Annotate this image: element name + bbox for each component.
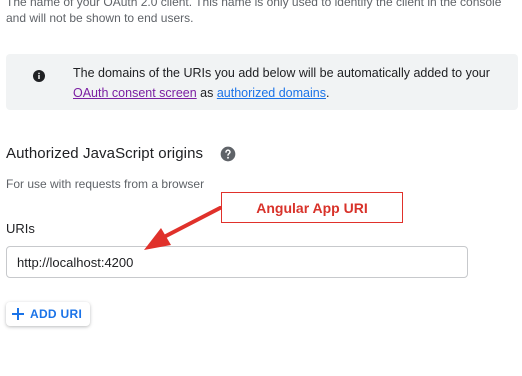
add-uri-button[interactable]: ADD URI (6, 302, 91, 326)
annotation-callout: Angular App URI (221, 192, 403, 223)
info-text-before: The domains of the URIs you add below wi… (73, 66, 490, 80)
client-name-helper-text: The name of your OAuth 2.0 client. This … (6, 0, 502, 25)
section-title: Authorized JavaScript origins (6, 145, 204, 162)
oauth-consent-screen-link[interactable]: OAuth consent screen (73, 86, 197, 100)
uri-input[interactable] (6, 246, 468, 278)
uris-label: URIs (6, 221, 35, 236)
section-description: For use with requests from a browser (6, 177, 205, 191)
info-text-middle: as (196, 86, 217, 100)
info-text-end: . (325, 86, 330, 100)
info-banner-text: The domains of the URIs you add below wi… (73, 63, 513, 103)
info-icon (33, 70, 45, 82)
add-uri-label: ADD URI (30, 307, 83, 321)
help-icon[interactable] (220, 146, 236, 162)
plus-icon (12, 308, 24, 320)
info-banner: The domains of the URIs you add below wi… (6, 54, 518, 110)
annotation-label: Angular App URI (256, 199, 368, 216)
authorized-domains-link[interactable]: authorized domains (217, 86, 326, 100)
